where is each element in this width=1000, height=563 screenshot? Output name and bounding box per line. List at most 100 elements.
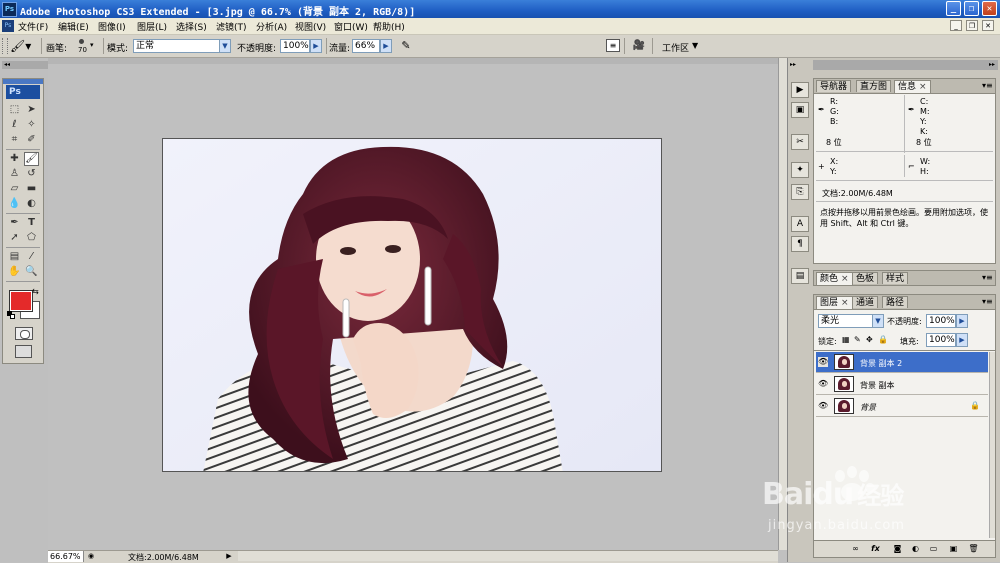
layer-row-bg-copy[interactable]: 👁 背景 副本 xyxy=(816,374,988,395)
tab-info[interactable]: 信息 × xyxy=(894,80,931,93)
layer-opacity-input[interactable]: 100% xyxy=(926,314,956,328)
dock-collapse-icon[interactable]: ◂◂ xyxy=(2,61,48,69)
move-tool-icon[interactable]: ➤ xyxy=(24,103,39,117)
menu-select[interactable]: 选择(S) xyxy=(176,20,207,33)
paragraph-icon[interactable]: ¶ xyxy=(791,236,809,252)
eraser-tool-icon[interactable]: ▱ xyxy=(7,182,22,196)
bridge-icon[interactable]: 🎥 xyxy=(630,39,648,53)
opacity-slider-arrow[interactable]: ▶ xyxy=(310,39,322,53)
close-button[interactable]: ✕ xyxy=(982,1,997,16)
quick-mask-icon[interactable] xyxy=(15,327,33,340)
screen-mode-icon[interactable] xyxy=(15,345,35,358)
tab-navigator[interactable]: 导航器 xyxy=(816,80,852,92)
actions-icon[interactable]: ▶ xyxy=(791,82,809,98)
tab-histogram[interactable]: 直方图 xyxy=(856,80,892,92)
crop-tool-icon[interactable]: ⌗ xyxy=(7,133,22,147)
link-layers-icon[interactable]: ∞ xyxy=(850,544,861,554)
document-icon[interactable]: Ps xyxy=(2,20,14,32)
healing-brush-tool-icon[interactable]: ✚ xyxy=(7,152,22,166)
layer-row-bg-copy-2[interactable]: 👁 背景 副本 2 xyxy=(816,352,988,373)
tab-channels[interactable]: 通道 xyxy=(852,296,879,308)
workspace-menu[interactable]: 工作区 xyxy=(662,41,689,54)
hand-tool-icon[interactable]: ✋ xyxy=(7,265,22,279)
blend-mode-select[interactable]: 柔光 xyxy=(818,314,874,328)
slice-tool-icon[interactable]: ✐ xyxy=(24,133,39,147)
layer-comps-icon[interactable]: ▤ xyxy=(791,268,809,284)
notes-tool-icon[interactable]: ▤ xyxy=(7,250,22,264)
history-brush-tool-icon[interactable]: ↺ xyxy=(24,167,39,181)
adjustment-layer-icon[interactable]: ◐ xyxy=(910,544,921,554)
toolbox-header[interactable] xyxy=(3,79,43,84)
gradient-tool-icon[interactable]: ▬ xyxy=(24,182,39,196)
doc-close-button[interactable]: ✕ xyxy=(982,20,994,31)
brushes-icon[interactable]: ✦ xyxy=(791,162,809,178)
zoom-tool-icon[interactable]: 🔍 xyxy=(24,265,39,279)
mode-dropdown-arrow[interactable]: ▼ xyxy=(219,39,231,53)
menu-image[interactable]: 图像(I) xyxy=(98,20,126,33)
lock-position-icon[interactable]: ✥ xyxy=(866,335,873,344)
blur-tool-icon[interactable]: 💧 xyxy=(7,197,22,211)
marquee-tool-icon[interactable]: ⬚ xyxy=(7,103,22,117)
brush-tool-preset-icon[interactable]: 🖌▾ xyxy=(10,38,38,54)
menu-help[interactable]: 帮助(H) xyxy=(373,20,405,33)
panel-menu-icon[interactable]: ▾≡ xyxy=(982,297,993,306)
tab-paths[interactable]: 路径 xyxy=(882,296,909,308)
tab-swatches[interactable]: 色板 xyxy=(852,272,879,284)
layers-scrollbar[interactable] xyxy=(989,352,995,538)
clone-stamp-tool-icon[interactable]: ♙ xyxy=(7,167,22,181)
eye-icon[interactable]: 👁 xyxy=(818,357,828,367)
magic-wand-tool-icon[interactable]: ✧ xyxy=(24,118,39,132)
status-arrow-icon[interactable]: ▶ xyxy=(224,552,234,561)
clone-source-icon[interactable]: ⎘ xyxy=(791,184,809,200)
dock-expand-icon[interactable]: ▸▸ xyxy=(790,61,808,69)
type-tool-icon[interactable]: T xyxy=(24,216,39,230)
minimize-button[interactable]: _ xyxy=(946,1,961,16)
menu-window[interactable]: 窗口(W) xyxy=(334,20,368,33)
layer-style-icon[interactable]: fx xyxy=(870,544,881,554)
tool-presets-icon[interactable]: ✂ xyxy=(791,134,809,150)
layer-mask-icon[interactable]: ◙ xyxy=(892,544,903,554)
flow-slider-arrow[interactable]: ▶ xyxy=(380,39,392,53)
menu-filter[interactable]: 滤镜(T) xyxy=(216,20,247,33)
pen-tool-icon[interactable]: ✒ xyxy=(7,216,22,230)
new-layer-icon[interactable]: ▣ xyxy=(948,544,959,554)
tab-styles[interactable]: 样式 xyxy=(882,272,909,284)
blend-mode-dropdown-arrow[interactable]: ▼ xyxy=(872,314,884,328)
fill-arrow[interactable]: ▶ xyxy=(956,333,968,347)
menu-file[interactable]: 文件(F) xyxy=(18,20,48,33)
eyedropper-tool-icon[interactable]: ⁄ xyxy=(24,250,39,264)
doc-restore-button[interactable]: ❐ xyxy=(966,20,978,31)
swap-colors-icon[interactable]: ⇆ xyxy=(32,287,39,296)
opacity-input[interactable]: 100% xyxy=(280,39,310,53)
tab-color[interactable]: 颜色 × xyxy=(816,272,853,285)
lock-all-icon[interactable]: 🔒 xyxy=(878,335,888,344)
path-selection-tool-icon[interactable]: ➚ xyxy=(7,231,22,245)
horizontal-scrollbar[interactable] xyxy=(238,551,778,561)
flow-input[interactable]: 66% xyxy=(352,39,380,53)
lock-image-icon[interactable]: ✎ xyxy=(854,335,861,344)
default-colors-icon[interactable] xyxy=(7,311,15,319)
character-icon[interactable]: A xyxy=(791,216,809,232)
options-bar-grip[interactable] xyxy=(2,38,8,54)
menu-analysis[interactable]: 分析(A) xyxy=(256,20,287,33)
tab-layers[interactable]: 图层 × xyxy=(816,296,853,309)
layer-opacity-arrow[interactable]: ▶ xyxy=(956,314,968,328)
layer-row-background[interactable]: 👁 背景 🔒 xyxy=(816,396,988,417)
menu-view[interactable]: 视图(V) xyxy=(295,20,326,33)
panel-menu-icon[interactable]: ▾≡ xyxy=(982,273,993,282)
menu-layer[interactable]: 图层(L) xyxy=(137,20,167,33)
lasso-tool-icon[interactable]: ℓ xyxy=(7,118,22,132)
fill-input[interactable]: 100% xyxy=(926,333,956,347)
mode-select[interactable]: 正常 xyxy=(133,39,221,53)
image-canvas[interactable] xyxy=(162,138,662,472)
doc-minimize-button[interactable]: _ xyxy=(950,20,962,31)
new-group-icon[interactable]: ▭ xyxy=(928,544,939,554)
panel-menu-icon[interactable]: ▾≡ xyxy=(982,81,993,90)
eye-icon[interactable]: 👁 xyxy=(818,401,828,411)
foreground-color-swatch[interactable] xyxy=(9,290,33,312)
eye-icon[interactable]: 👁 xyxy=(818,379,828,389)
dodge-tool-icon[interactable]: ◐ xyxy=(24,197,39,211)
menu-edit[interactable]: 编辑(E) xyxy=(58,20,89,33)
status-menu-icon[interactable]: ◉ xyxy=(86,552,96,561)
history-icon[interactable]: ▣ xyxy=(791,102,809,118)
